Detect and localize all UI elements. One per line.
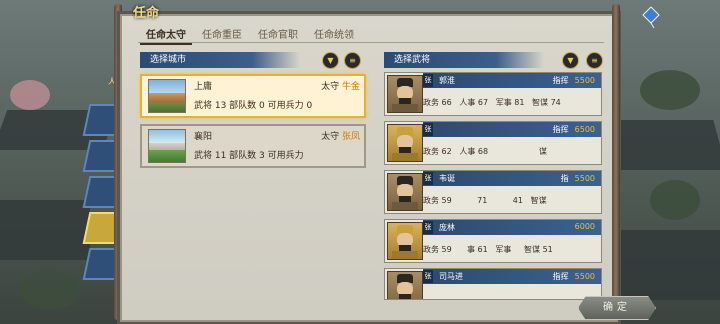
command-value: 5500 (574, 272, 595, 281)
general-section-header: 选择武将 (384, 52, 544, 68)
city-name: 襄阳 (194, 132, 213, 142)
city-governor: 太守 张凤 (321, 129, 360, 142)
command-label: 指挥 (552, 125, 569, 134)
general-name: 韦诞 (439, 174, 455, 183)
general-badge: 张 (423, 172, 433, 185)
funnel-icon[interactable]: ▼ (562, 52, 579, 69)
city-governor: 太守 牛金 (321, 79, 360, 92)
general-portrait (387, 124, 423, 162)
general-command: 指挥 5500 (553, 75, 595, 86)
general-portrait (387, 75, 423, 113)
command-value: 6000 (574, 222, 595, 231)
general-portrait (387, 271, 423, 299)
general-badge: 张 (423, 221, 433, 234)
governor-label: 太守 (321, 82, 340, 92)
general-name: 庞林 (439, 223, 455, 232)
command-label: 指挥 (552, 272, 569, 281)
tree (20, 270, 80, 310)
governor-label: 太守 (321, 132, 340, 142)
tree (640, 70, 700, 110)
roof (0, 200, 90, 260)
city-name: 上庸 (194, 82, 213, 92)
city-thumbnail (148, 79, 186, 113)
general-portrait (387, 173, 423, 211)
general-badge: 张 (423, 74, 433, 87)
general-badge: 张 (423, 123, 433, 136)
general-name: 司马进 (439, 272, 463, 281)
general-name: 郭淮 (439, 76, 455, 85)
confirm-button[interactable]: 确定 (578, 296, 656, 320)
tab-divider (138, 42, 604, 43)
general-command: 6000 (569, 222, 595, 231)
general-stats: 政务 62 人事 68 谋 (423, 147, 547, 156)
general-stats: 政务 59 71 41 智谋 (423, 196, 547, 205)
roof (620, 230, 720, 300)
general-card[interactable]: 张 指挥 6500 政务 62 人事 68 谋 (384, 121, 602, 165)
general-card[interactable]: 张 韦诞 指 5500 政务 59 71 41 智谋 (384, 170, 602, 214)
general-stats: 政务 66 人事 67 军事 81 智谋 74 (423, 98, 561, 107)
command-value: 5500 (574, 174, 595, 183)
command-label: 指挥 (552, 76, 569, 85)
general-portrait (387, 222, 423, 260)
general-stats: 政务 59 事 61 军事 智谋 51 (423, 245, 553, 254)
command-value: 5500 (574, 76, 595, 85)
city-thumbnail (148, 129, 186, 163)
general-badge: 张 (423, 270, 433, 283)
city-card-shangyong[interactable]: 上庸 太守 牛金 武将 13 部队数 0 可用兵力 0 (140, 74, 366, 118)
governor-name: 牛金 (341, 82, 360, 92)
tree (650, 180, 700, 220)
general-card[interactable]: 张 司马进 指挥 5500 (384, 268, 602, 300)
list-icon[interactable]: ≡ (344, 52, 361, 69)
general-command: 指 5500 (561, 173, 595, 184)
governor-name: 张凤 (341, 132, 360, 142)
command-value: 6500 (574, 125, 595, 134)
roof (603, 120, 720, 170)
scroll-rod-right (612, 4, 620, 320)
command-label: 指 (560, 174, 569, 183)
tree (10, 80, 50, 110)
city-section-header: 选择城市 (140, 52, 300, 68)
kite-icon[interactable] (642, 6, 660, 28)
general-command: 指挥 6500 (553, 124, 595, 135)
city-stats: 武将 11 部队数 3 可用兵力 (194, 151, 304, 161)
panel-title: 任命 (133, 6, 160, 21)
city-stats: 武将 13 部队数 0 可用兵力 0 (194, 101, 313, 111)
funnel-icon[interactable]: ▼ (322, 52, 339, 69)
general-card[interactable]: 张 庞林 6000 政务 59 事 61 军事 智谋 51 (384, 219, 602, 263)
list-icon[interactable]: ≡ (586, 52, 603, 69)
general-card[interactable]: 张 郭淮 指挥 5500 政务 66 人事 67 军事 81 智谋 74 (384, 72, 602, 116)
general-command: 指挥 5500 (553, 271, 595, 282)
city-card-xiangyang[interactable]: 襄阳 太守 张凤 武将 11 部队数 3 可用兵力 (140, 124, 366, 168)
